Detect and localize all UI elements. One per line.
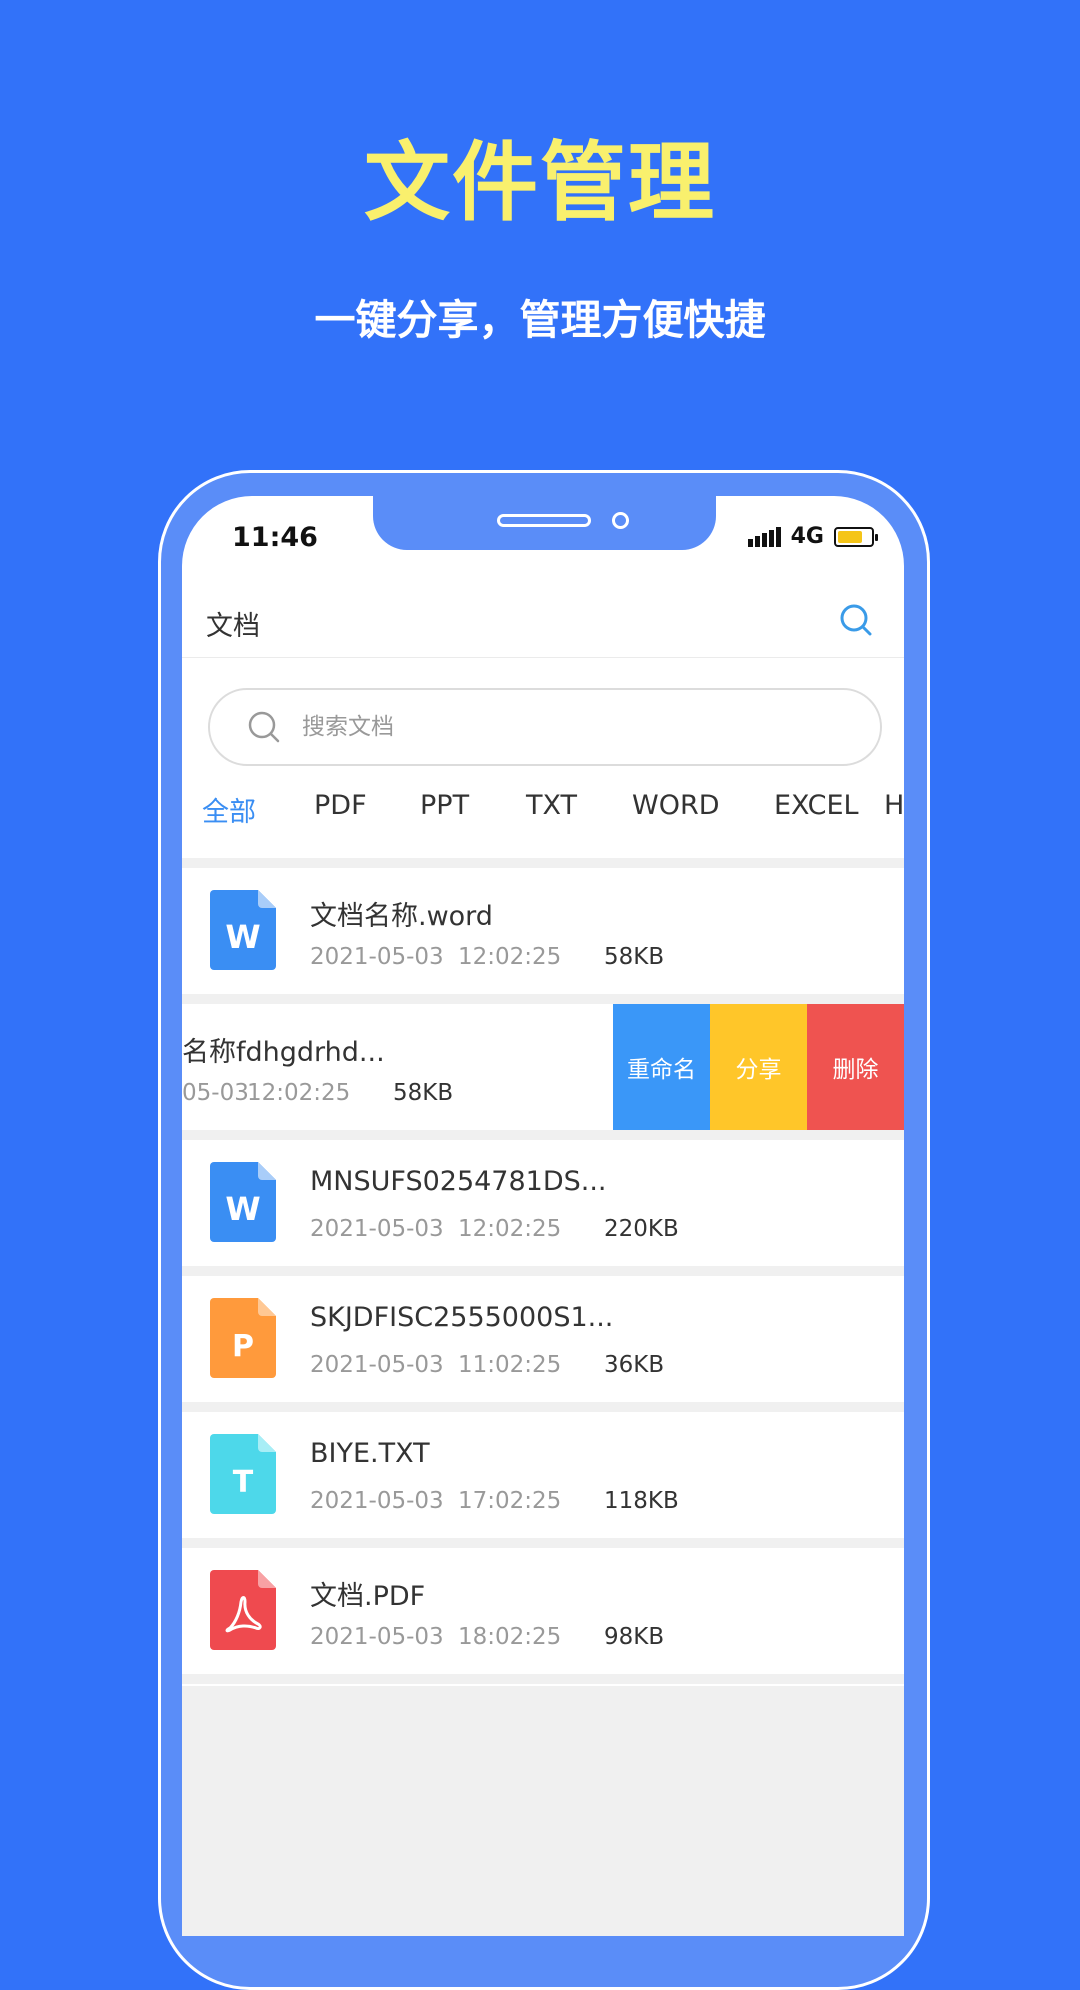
tab-more[interactable]: H (884, 790, 904, 821)
share-button[interactable]: 分享 (710, 1004, 807, 1130)
tab-all[interactable]: 全部 (202, 790, 256, 829)
svg-text:T: T (233, 1465, 254, 1500)
file-name: BIYE.TXT (310, 1438, 430, 1469)
file-time: 17:02:25 (458, 1488, 562, 1514)
rename-button[interactable]: 重命名 (613, 1004, 710, 1130)
file-list: W 文档名称.word 2021-05-03 12:02:25 58KB W 名… (182, 868, 904, 1684)
list-item[interactable]: W 文档名称.word 2021-05-03 12:02:25 58KB (182, 868, 904, 1004)
status-indicators: 4G (747, 524, 878, 549)
network-label: 4G (790, 524, 824, 549)
tab-excel[interactable]: EXCEL (774, 790, 859, 821)
file-date: 2021-05-03 (310, 1352, 444, 1378)
file-name: MNSUFS0254781DS... (310, 1166, 607, 1197)
search-icon[interactable] (838, 602, 874, 638)
file-size: 58KB (604, 944, 665, 970)
tab-txt[interactable]: TXT (526, 790, 577, 821)
pdf-file-icon (210, 1570, 276, 1650)
camera-icon (612, 512, 629, 529)
svg-text:W: W (225, 1190, 260, 1228)
file-size: 118KB (604, 1488, 679, 1514)
tab-ppt[interactable]: PPT (420, 790, 469, 821)
list-item-swiped[interactable]: W 名称fdhgdrhd... 05-03 12:02:25 58KB 重命名 … (182, 1004, 904, 1140)
tab-pdf[interactable]: PDF (314, 790, 367, 821)
file-size: 58KB (393, 1080, 454, 1106)
promo-headline: 文件管理 (364, 133, 716, 233)
file-date: 2021-05-03 (310, 1488, 444, 1514)
list-item[interactable]: P SKJDFISC2555000S1... 2021-05-03 11:02:… (182, 1276, 904, 1412)
page-title: 文档 (206, 611, 260, 642)
file-name: 文档名称.word (310, 901, 493, 932)
list-item[interactable]: 文档.PDF 2021-05-03 18:02:25 98KB (182, 1548, 904, 1684)
file-time: 12:02:25 (458, 1216, 562, 1242)
word-file-icon: W (210, 1162, 276, 1242)
txt-file-icon: T (210, 1434, 276, 1514)
file-time: 12:02:25 (458, 944, 562, 970)
file-time: 18:02:25 (458, 1624, 562, 1650)
phone-screen: 11:46 4G 文档 全部 PDF PPT (182, 496, 904, 1936)
promo-subline: 一键分享，管理方便快捷 (314, 296, 766, 344)
list-item[interactable]: T BIYE.TXT 2021-05-03 17:02:25 118KB (182, 1412, 904, 1548)
file-name: 名称fdhgdrhd... (182, 1037, 385, 1068)
file-date: 2021-05-03 (310, 944, 444, 970)
file-date: 05-03 (182, 1080, 249, 1106)
file-size: 98KB (604, 1624, 665, 1650)
battery-level (838, 530, 862, 543)
divider (182, 858, 904, 868)
word-file-icon: W (210, 890, 276, 970)
ppt-file-icon: P (210, 1298, 276, 1378)
status-time: 11:46 (232, 522, 318, 553)
filter-tabs: 全部 PDF PPT TXT WORD EXCEL H (182, 790, 904, 840)
file-time: 11:02:25 (458, 1352, 562, 1378)
search-input[interactable] (302, 714, 802, 740)
file-size: 220KB (604, 1216, 679, 1242)
tab-word[interactable]: WORD (632, 790, 720, 821)
list-item[interactable]: W MNSUFS0254781DS... 2021-05-03 12:02:25… (182, 1140, 904, 1276)
file-name: 文档.PDF (310, 1581, 426, 1612)
speaker-icon (497, 514, 591, 527)
search-box[interactable] (208, 688, 882, 766)
svg-text:W: W (225, 918, 260, 956)
file-date: 2021-05-03 (310, 1216, 444, 1242)
swipe-actions: 重命名 分享 删除 (613, 1004, 904, 1130)
file-date: 2021-05-03 (310, 1624, 444, 1650)
signal-icon (747, 526, 781, 547)
app-header: 文档 (182, 588, 904, 658)
search-field-icon (246, 709, 282, 745)
empty-area (182, 1686, 904, 1936)
battery-icon (834, 526, 878, 547)
svg-text:P: P (232, 1329, 254, 1364)
delete-button[interactable]: 删除 (807, 1004, 904, 1130)
file-size: 36KB (604, 1352, 665, 1378)
file-time: 12:02:25 (247, 1080, 351, 1106)
file-name: SKJDFISC2555000S1... (310, 1302, 614, 1333)
